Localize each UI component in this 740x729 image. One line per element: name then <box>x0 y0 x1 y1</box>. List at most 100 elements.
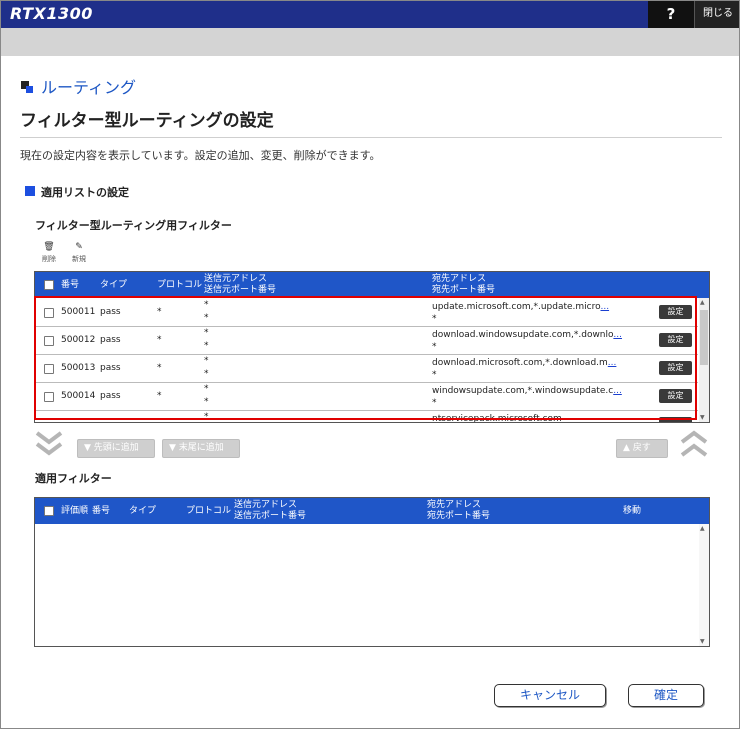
col-dst-addr: 宛先アドレス <box>432 274 487 284</box>
col-dst-port: 宛先ポート番号 <box>432 285 496 295</box>
row-dst-addr: download.windowsupdate.com,*.downlo... <box>432 330 622 340</box>
move-down-icon[interactable] <box>35 430 63 462</box>
row-checkbox[interactable] <box>44 392 54 402</box>
col-src-addr: 送信元アドレス <box>204 274 268 284</box>
up-triangle-icon: ▲ <box>623 443 633 453</box>
page-title: フィルター型ルーティングの設定 <box>20 111 274 131</box>
trash-icon: 🗑 <box>43 242 55 252</box>
row-number: 500011 <box>61 307 96 317</box>
row-checkbox[interactable] <box>44 364 54 374</box>
row-type: pass <box>100 363 121 373</box>
col-protocol: プロトコル <box>186 506 232 516</box>
row-src-addr: * <box>204 384 209 394</box>
down-triangle-icon: ▼ <box>84 443 94 453</box>
col-src-port: 送信元ポート番号 <box>234 511 307 521</box>
new-tool[interactable]: ✎ 新規 <box>65 242 93 264</box>
table-row[interactable]: 500013 pass * * * download.microsoft.com… <box>35 355 698 383</box>
delete-label: 削除 <box>42 255 56 263</box>
routing-icon <box>21 81 33 93</box>
table-row[interactable]: 500014 pass * * * windowsupdate.com,*.wi… <box>35 383 698 411</box>
page-description: 現在の設定内容を表示しています。設定の追加、変更、削除ができます。 <box>20 149 381 162</box>
divider <box>20 137 722 138</box>
row-src-addr: * <box>204 328 209 338</box>
table-row[interactable]: 500012 pass * * * download.windowsupdate… <box>35 327 698 355</box>
scroll-down-icon[interactable]: ▼ <box>700 414 705 421</box>
row-src-port: * <box>204 369 209 379</box>
restore-label: 戻す <box>632 443 651 453</box>
filter-table: 番号 タイプ プロトコル 送信元アドレス 送信元ポート番号 宛先アドレス 宛先ポ… <box>34 271 710 423</box>
row-settings-button[interactable]: 設定 <box>659 333 692 347</box>
col-number: 番号 <box>92 506 111 516</box>
section-title: ルーティング <box>41 78 137 97</box>
row-dst-more-link[interactable]: ... <box>613 386 622 396</box>
row-dst-addr: windowsupdate.com,*.windowsupdate.c... <box>432 386 622 396</box>
row-dst-addr-text: download.microsoft.com,*.download.m <box>432 358 608 368</box>
row-type: pass <box>100 307 121 317</box>
col-number: 番号 <box>61 280 80 290</box>
add-to-bottom-label: 末尾に追加 <box>178 443 224 453</box>
row-dst-more-link[interactable]: ... <box>613 330 622 340</box>
new-label: 新規 <box>72 255 86 263</box>
row-settings-button[interactable] <box>659 417 692 422</box>
scroll-up-icon[interactable]: ▲ <box>700 525 705 532</box>
row-type: pass <box>100 335 121 345</box>
cancel-button[interactable]: キャンセル <box>494 684 606 707</box>
col-move: 移動 <box>623 506 642 516</box>
row-dst-more-link[interactable]: ... <box>600 302 609 312</box>
applied-table-header: 評価順 番号 タイプ プロトコル 送信元アドレス 送信元ポート番号 宛先アドレス… <box>35 498 709 524</box>
row-number: 500012 <box>61 335 96 345</box>
table-row[interactable]: 500011 pass * * * update.microsoft.com,*… <box>35 299 698 327</box>
move-up-icon[interactable] <box>680 430 708 462</box>
row-settings-button[interactable]: 設定 <box>659 361 692 375</box>
col-src-port: 送信元ポート番号 <box>204 285 277 295</box>
col-protocol: プロトコル <box>157 280 203 290</box>
delete-tool[interactable]: 🗑 削除 <box>35 242 63 264</box>
subheading-marker <box>25 186 35 196</box>
help-button[interactable]: ? <box>648 0 694 28</box>
add-to-top-label: 先頭に追加 <box>93 443 139 453</box>
subheading: 適用リストの設定 <box>41 186 129 199</box>
row-src-port: * <box>204 341 209 351</box>
select-all-checkbox[interactable] <box>44 280 54 290</box>
row-src-port: * <box>204 313 209 323</box>
add-to-bottom-button[interactable]: ▼ 末尾に追加 <box>162 439 240 458</box>
col-src-addr: 送信元アドレス <box>234 500 298 510</box>
col-dst-addr: 宛先アドレス <box>427 500 482 510</box>
row-checkbox[interactable] <box>44 308 54 318</box>
applied-table-scrollbar[interactable]: ▲ ▼ <box>699 524 709 646</box>
table-row[interactable]: * ntservicepack.microsoft.com <box>35 411 698 422</box>
col-type: タイプ <box>100 280 128 290</box>
filter-table-scrollbar[interactable]: ▲ ▼ <box>699 298 709 422</box>
row-dst-more-link[interactable]: ... <box>608 358 617 368</box>
row-protocol: * <box>157 335 162 345</box>
scroll-down-icon[interactable]: ▼ <box>700 638 705 645</box>
filter-list-heading: フィルター型ルーティング用フィルター <box>35 219 232 232</box>
new-document-icon: ✎ <box>75 242 83 252</box>
row-dst-addr-text: download.windowsupdate.com,*.downlo <box>432 330 614 340</box>
scroll-thumb[interactable] <box>700 310 708 365</box>
row-dst-port: * <box>432 398 437 408</box>
col-dst-port: 宛先ポート番号 <box>427 511 491 521</box>
restore-button[interactable]: ▲ 戻す <box>616 439 668 458</box>
scroll-up-icon[interactable]: ▲ <box>700 299 705 306</box>
filter-table-header: 番号 タイプ プロトコル 送信元アドレス 送信元ポート番号 宛先アドレス 宛先ポ… <box>35 272 709 298</box>
row-checkbox[interactable] <box>44 336 54 346</box>
applied-filter-table: 評価順 番号 タイプ プロトコル 送信元アドレス 送信元ポート番号 宛先アドレス… <box>34 497 710 647</box>
applied-select-all-checkbox[interactable] <box>44 506 54 516</box>
row-src-port: * <box>204 397 209 407</box>
row-dst-addr-text: windowsupdate.com,*.windowsupdate.c <box>432 386 614 396</box>
confirm-button[interactable]: 確定 <box>628 684 704 707</box>
row-protocol: * <box>157 307 162 317</box>
applied-filter-heading: 適用フィルター <box>35 472 112 485</box>
row-src-addr: * <box>204 412 209 422</box>
row-protocol: * <box>157 363 162 373</box>
row-dst-port: * <box>432 314 437 324</box>
close-button[interactable]: 閉じる <box>694 0 740 28</box>
add-to-top-button[interactable]: ▼ 先頭に追加 <box>77 439 155 458</box>
row-settings-button[interactable]: 設定 <box>659 305 692 319</box>
col-type: タイプ <box>129 506 157 516</box>
row-settings-button[interactable]: 設定 <box>659 389 692 403</box>
row-dst-addr: download.microsoft.com,*.download.m... <box>432 358 616 368</box>
row-dst-addr: update.microsoft.com,*.update.micro... <box>432 302 609 312</box>
row-protocol: * <box>157 391 162 401</box>
